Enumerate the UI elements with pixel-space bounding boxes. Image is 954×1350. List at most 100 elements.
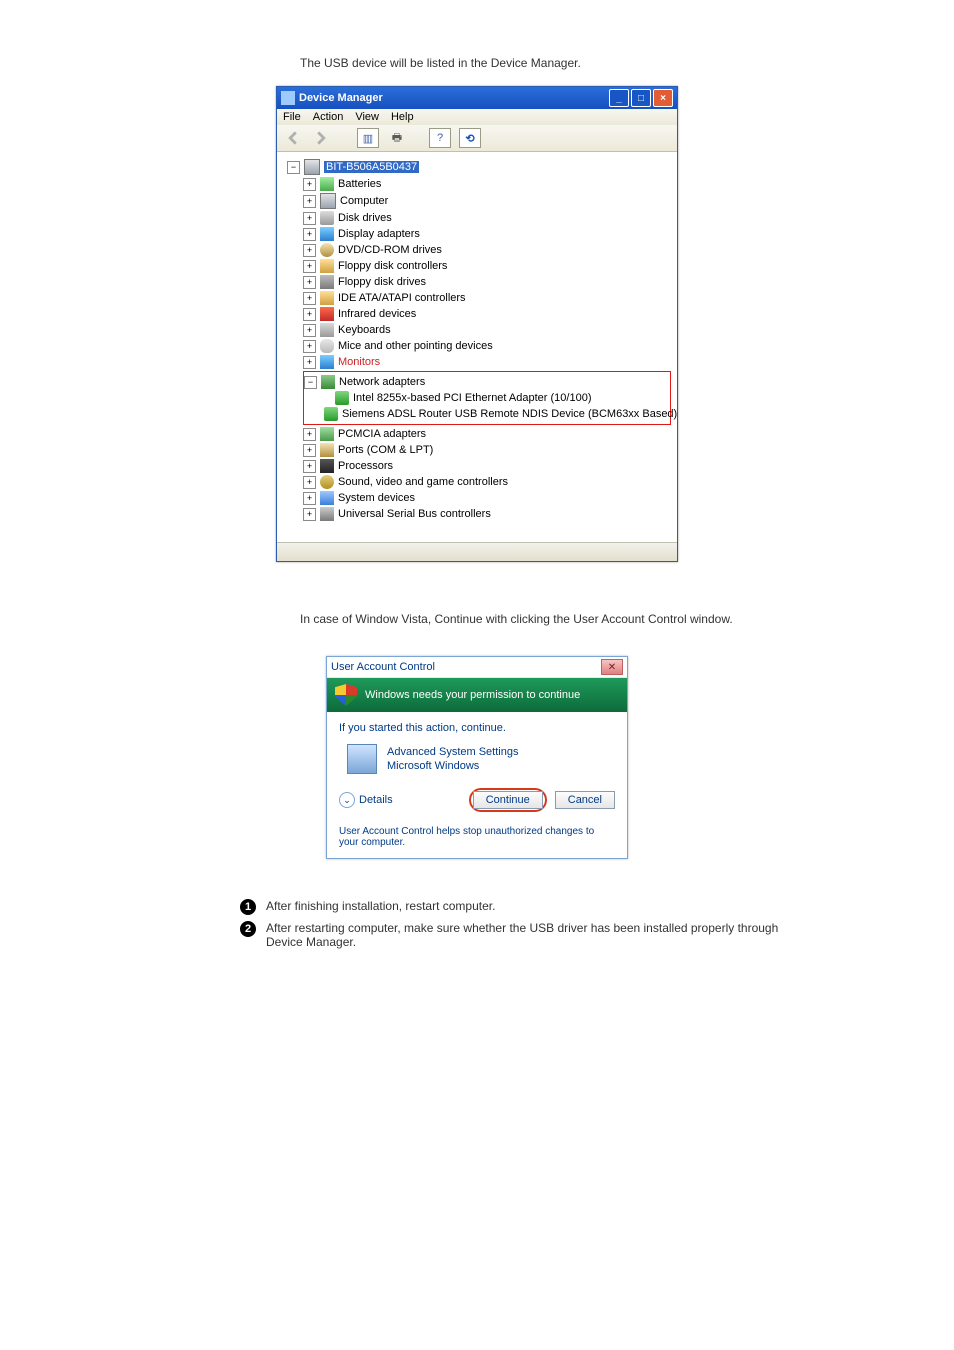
expand-toggle[interactable] xyxy=(303,212,316,225)
back-button[interactable] xyxy=(283,129,303,147)
statusbar xyxy=(277,542,677,561)
sound-icon xyxy=(320,475,334,489)
node-batteries[interactable]: Batteries xyxy=(303,176,671,192)
node-network-siemens[interactable]: Siemens ADSL Router USB Remote NDIS Devi… xyxy=(320,406,670,422)
nic-icon xyxy=(335,391,349,405)
display-icon xyxy=(320,227,334,241)
monitor-icon xyxy=(320,355,334,369)
node-keyboards[interactable]: Keyboards xyxy=(303,322,671,338)
uac-titlebar[interactable]: User Account Control ✕ xyxy=(327,657,627,678)
expand-toggle[interactable] xyxy=(303,340,316,353)
expand-toggle[interactable] xyxy=(303,178,316,191)
computer-icon xyxy=(320,193,336,209)
cpu-icon xyxy=(320,459,334,473)
node-sound[interactable]: Sound, video and game controllers xyxy=(303,474,671,490)
expand-toggle[interactable] xyxy=(303,428,316,441)
expand-toggle[interactable] xyxy=(303,356,316,369)
uac-header: Windows needs your permission to continu… xyxy=(327,678,627,712)
node-processors[interactable]: Processors xyxy=(303,458,671,474)
ide-icon xyxy=(320,291,334,305)
mouse-icon xyxy=(320,339,334,353)
toolbar: ▥ 🖶 ? ⟲ xyxy=(277,125,677,152)
tree-root[interactable]: BIT-B506A5B0437 xyxy=(287,158,671,176)
node-monitors[interactable]: Monitors xyxy=(303,354,671,370)
node-floppy[interactable]: Floppy disk drives xyxy=(303,274,671,290)
forward-button[interactable] xyxy=(311,129,331,147)
close-button[interactable]: × xyxy=(653,89,673,107)
node-system-devices[interactable]: System devices xyxy=(303,490,671,506)
network-icon xyxy=(321,375,335,389)
expand-toggle[interactable] xyxy=(303,276,316,289)
expand-toggle[interactable] xyxy=(287,161,300,174)
expand-toggle[interactable] xyxy=(303,195,316,208)
node-ports[interactable]: Ports (COM & LPT) xyxy=(303,442,671,458)
node-network[interactable]: Network adapters xyxy=(304,374,670,390)
uac-dialog: User Account Control ✕ Windows needs you… xyxy=(326,656,628,859)
uac-body: If you started this action, continue. Ad… xyxy=(327,712,627,782)
numbered-steps: 1 After finishing installation, restart … xyxy=(240,899,780,949)
toolbar-scan-icon[interactable]: ⟲ xyxy=(459,128,481,148)
toolbar-help-icon[interactable]: ? xyxy=(429,128,451,148)
dvd-icon xyxy=(320,243,334,257)
maximize-button[interactable]: □ xyxy=(631,89,651,107)
uac-close-button[interactable]: ✕ xyxy=(601,659,623,675)
menu-view[interactable]: View xyxy=(355,111,379,123)
expand-toggle[interactable] xyxy=(303,476,316,489)
node-mice[interactable]: Mice and other pointing devices xyxy=(303,338,671,354)
expand-toggle[interactable] xyxy=(303,324,316,337)
continue-highlight: Continue xyxy=(469,788,547,812)
controller-icon xyxy=(320,259,334,273)
step-badge-2: 2 xyxy=(240,921,256,937)
step-text-2: After restarting computer, make sure whe… xyxy=(266,921,780,949)
cancel-button[interactable]: Cancel xyxy=(555,791,615,809)
toolbar-print-icon[interactable]: 🖶 xyxy=(387,129,407,147)
expand-toggle[interactable] xyxy=(303,492,316,505)
expand-toggle[interactable] xyxy=(303,228,316,241)
disk-icon xyxy=(320,211,334,225)
node-dvd[interactable]: DVD/CD-ROM drives xyxy=(303,242,671,258)
node-floppy-controllers[interactable]: Floppy disk controllers xyxy=(303,258,671,274)
node-ide[interactable]: IDE ATA/ATAPI controllers xyxy=(303,290,671,306)
system-icon xyxy=(320,491,334,505)
details-toggle[interactable]: ⌄ Details xyxy=(339,792,393,808)
expand-toggle[interactable] xyxy=(303,508,316,521)
battery-icon xyxy=(320,177,334,191)
menu-file[interactable]: File xyxy=(283,111,301,123)
node-disk[interactable]: Disk drives xyxy=(303,210,671,226)
minimize-button[interactable]: _ xyxy=(609,89,629,107)
menubar: File Action View Help xyxy=(277,109,677,125)
program-name: Advanced System Settings xyxy=(387,745,518,759)
shield-icon xyxy=(335,684,357,706)
toolbar-tree-icon[interactable]: ▥ xyxy=(357,128,379,148)
expand-toggle[interactable] xyxy=(303,244,316,257)
program-publisher: Microsoft Windows xyxy=(387,759,518,773)
expand-toggle[interactable] xyxy=(303,460,316,473)
uac-program-info: Advanced System Settings Microsoft Windo… xyxy=(339,744,615,774)
menu-action[interactable]: Action xyxy=(313,111,344,123)
device-manager-icon xyxy=(281,91,295,105)
expand-toggle[interactable] xyxy=(303,292,316,305)
program-icon xyxy=(347,744,377,774)
node-infrared[interactable]: Infrared devices xyxy=(303,306,671,322)
expand-toggle[interactable] xyxy=(304,376,317,389)
node-network-intel[interactable]: Intel 8255x-based PCI Ethernet Adapter (… xyxy=(320,390,670,406)
menu-help[interactable]: Help xyxy=(391,111,414,123)
node-computer[interactable]: Computer xyxy=(303,192,671,210)
window-title: Device Manager xyxy=(299,92,609,104)
titlebar[interactable]: Device Manager _ □ × xyxy=(277,87,677,109)
expand-toggle[interactable] xyxy=(303,260,316,273)
uac-footer-text: User Account Control helps stop unauthor… xyxy=(327,822,627,858)
step-badge-1: 1 xyxy=(240,899,256,915)
node-pcmcia[interactable]: PCMCIA adapters xyxy=(303,426,671,442)
node-usb[interactable]: Universal Serial Bus controllers xyxy=(303,506,671,522)
expand-toggle[interactable] xyxy=(303,308,316,321)
ports-icon xyxy=(320,443,334,457)
details-label: Details xyxy=(359,794,393,806)
device-manager-window: Device Manager _ □ × File Action View He… xyxy=(276,86,678,562)
pcmcia-icon xyxy=(320,427,334,441)
expand-toggle[interactable] xyxy=(303,444,316,457)
node-display[interactable]: Display adapters xyxy=(303,226,671,242)
continue-button[interactable]: Continue xyxy=(473,791,543,809)
chevron-down-icon: ⌄ xyxy=(339,792,355,808)
uac-actions: ⌄ Details Continue Cancel xyxy=(327,782,627,822)
